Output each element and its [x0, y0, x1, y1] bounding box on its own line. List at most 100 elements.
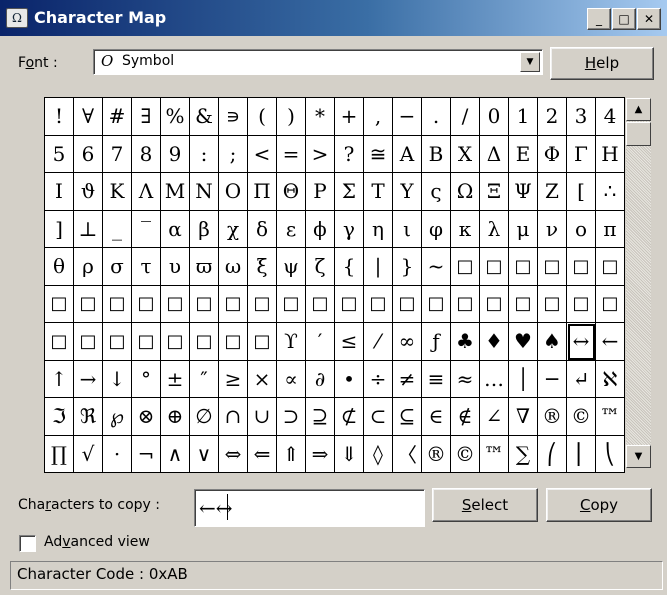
character-cell[interactable]: ∂ [306, 360, 335, 398]
character-cell[interactable]: ∪ [248, 398, 277, 436]
character-cell[interactable]: ® [422, 435, 451, 473]
character-cell[interactable]: □ [567, 285, 596, 323]
character-cell[interactable]: λ [480, 210, 509, 248]
character-cell[interactable]: [ [567, 173, 596, 211]
character-cell[interactable]: 〈 [393, 435, 422, 473]
character-cell[interactable]: & [190, 98, 219, 136]
character-cell[interactable]: φ [422, 210, 451, 248]
character-cell[interactable]: α [161, 210, 190, 248]
character-cell[interactable]: Β [422, 135, 451, 173]
character-cell[interactable]: ς [422, 173, 451, 211]
character-cell[interactable]: □ [596, 285, 625, 323]
character-cell[interactable]: υ [161, 248, 190, 286]
character-cell[interactable]: ∇ [509, 398, 538, 436]
character-cell[interactable]: ° [132, 360, 161, 398]
character-cell[interactable]: β [190, 210, 219, 248]
character-cell[interactable]: : [190, 135, 219, 173]
character-cell[interactable]: Ι [45, 173, 74, 211]
character-cell[interactable]: ℑ [45, 398, 74, 436]
character-cell[interactable]: ϒ [277, 323, 306, 361]
character-cell[interactable]: ♦ [480, 323, 509, 361]
character-cell[interactable]: □ [219, 323, 248, 361]
character-cell[interactable]: ¬ [132, 435, 161, 473]
character-cell[interactable]: ⎛ [538, 435, 567, 473]
character-cell[interactable]: ◊ [364, 435, 393, 473]
character-cell[interactable]: / [451, 98, 480, 136]
character-cell[interactable]: > [306, 135, 335, 173]
character-cell[interactable]: σ [103, 248, 132, 286]
character-cell[interactable]: Ζ [538, 173, 567, 211]
character-cell[interactable]: 6 [74, 135, 103, 173]
character-cell[interactable]: Δ [480, 135, 509, 173]
character-cell[interactable]: * [306, 98, 335, 136]
character-cell[interactable]: 8 [132, 135, 161, 173]
character-cell[interactable]: ′ [306, 323, 335, 361]
character-cell[interactable]: Π [248, 173, 277, 211]
character-cell[interactable]: © [451, 435, 480, 473]
character-cell[interactable]: Σ [335, 173, 364, 211]
character-cell[interactable]: ″ [190, 360, 219, 398]
character-cell[interactable]: ] [45, 210, 74, 248]
character-cell[interactable]: □ [132, 285, 161, 323]
character-cell[interactable]: ∩ [219, 398, 248, 436]
character-cell[interactable]: − [393, 98, 422, 136]
minimize-button[interactable]: _ [587, 8, 611, 30]
grid-scrollbar[interactable]: ▲ ▼ [626, 98, 651, 468]
character-cell[interactable]: ) [277, 98, 306, 136]
character-cell[interactable]: 0 [480, 98, 509, 136]
characters-to-copy-field[interactable]: ←↔ [194, 489, 425, 527]
scroll-up-button[interactable]: ▲ [626, 98, 651, 121]
character-cell[interactable]: ♥ [509, 323, 538, 361]
character-cell[interactable]: ⊂ [364, 398, 393, 436]
character-cell[interactable]: □ [190, 323, 219, 361]
character-cell[interactable]: + [335, 98, 364, 136]
character-cell[interactable]: ™ [480, 435, 509, 473]
advanced-view-label[interactable]: Advanced view [44, 534, 150, 550]
character-cell[interactable]: ι [393, 210, 422, 248]
character-cell[interactable]: ν [538, 210, 567, 248]
character-cell[interactable]: □ [45, 285, 74, 323]
character-cell[interactable]: ⊕ [161, 398, 190, 436]
character-cell[interactable]: ω [219, 248, 248, 286]
character-cell[interactable]: □ [248, 285, 277, 323]
character-cell[interactable]: □ [567, 248, 596, 286]
character-cell[interactable]: □ [509, 248, 538, 286]
character-cell[interactable]: Η [596, 135, 625, 173]
character-cell[interactable]: ⊆ [393, 398, 422, 436]
character-cell[interactable]: □ [538, 285, 567, 323]
character-cell[interactable]: ⋅ [103, 435, 132, 473]
character-cell[interactable]: → [74, 360, 103, 398]
character-cell[interactable]: □ [103, 323, 132, 361]
character-cell[interactable]: ∧ [161, 435, 190, 473]
character-cell[interactable]: □ [596, 248, 625, 286]
scroll-down-button[interactable]: ▼ [626, 445, 651, 468]
maximize-button[interactable]: □ [612, 8, 636, 30]
character-cell[interactable]: ∠ [480, 398, 509, 436]
character-cell[interactable]: ζ [306, 248, 335, 286]
character-cell[interactable]: ϕ [306, 210, 335, 248]
character-grid[interactable]: ! ∀ # ∃% & ∍() * +, −./0 1 2 3 4 5 6 7 8 9:; < = >? ≅ Α Β Χ Δ Ε Φ Γ Η… [44, 97, 625, 473]
select-button[interactable]: Select [432, 488, 538, 522]
character-cell[interactable]: 1 [509, 98, 538, 136]
character-cell[interactable]: ℵ [596, 360, 625, 398]
character-cell[interactable]: ™ [596, 398, 625, 436]
character-cell[interactable]: ∈ [422, 398, 451, 436]
character-cell[interactable]: ↑ [45, 360, 74, 398]
character-cell[interactable]: □ [422, 285, 451, 323]
character-cell[interactable]: . [422, 98, 451, 136]
advanced-view-checkbox[interactable] [19, 535, 36, 552]
character-cell[interactable]: Ο [219, 173, 248, 211]
character-cell[interactable]: _ [103, 210, 132, 248]
character-cell[interactable]: Ξ [480, 173, 509, 211]
character-cell[interactable]: √ [74, 435, 103, 473]
character-cell[interactable]: | [364, 248, 393, 286]
character-cell[interactable]: ∑ [509, 435, 538, 473]
scroll-thumb[interactable] [626, 122, 651, 146]
character-cell[interactable]: Χ [451, 135, 480, 173]
character-cell[interactable]: □ [509, 285, 538, 323]
character-cell[interactable]: Γ [567, 135, 596, 173]
character-cell[interactable]: Ν [190, 173, 219, 211]
character-cell[interactable]: ≤ [335, 323, 364, 361]
character-cell[interactable]: □ [45, 323, 74, 361]
character-cell[interactable]: ⁄ [364, 323, 393, 361]
